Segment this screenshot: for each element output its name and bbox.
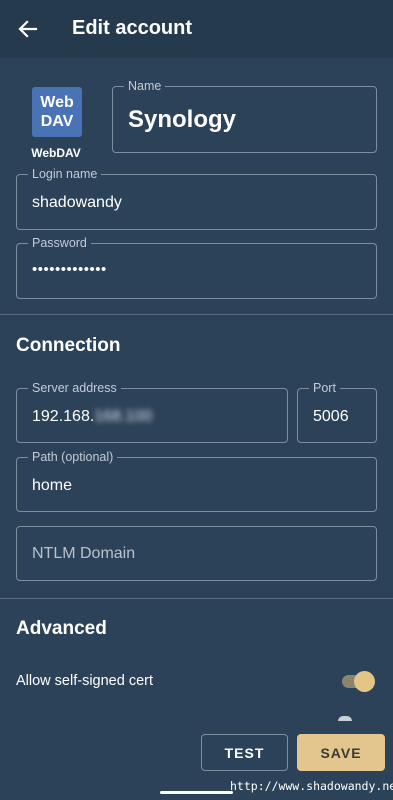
self-signed-cert-label: Allow self-signed cert — [16, 673, 153, 689]
path-value: home — [32, 477, 73, 494]
name-field-label: Name — [124, 78, 166, 94]
path-label: Path (optional) — [28, 449, 118, 465]
port-field[interactable]: Port 5006 — [297, 380, 377, 443]
server-address-field[interactable]: Server address 192.168.168.100 — [16, 380, 288, 443]
logo-text-line1: Web — [40, 94, 74, 111]
webdav-logo: Web DAV — [32, 87, 82, 137]
port-value: 5006 — [313, 408, 349, 425]
save-button[interactable]: SAVE — [297, 734, 385, 771]
arrow-left-icon — [18, 20, 38, 38]
section-divider — [0, 598, 393, 599]
login-name-value: shadowandy — [32, 194, 122, 211]
advanced-heading: Advanced — [16, 618, 107, 639]
server-address-value: 192.168.168.100 — [32, 408, 152, 426]
server-address-label: Server address — [28, 380, 121, 396]
port-label: Port — [309, 380, 340, 396]
password-field[interactable]: Password ••••••••••••• — [16, 235, 377, 299]
connection-heading: Connection — [16, 335, 121, 356]
name-field-value: Synology — [128, 106, 237, 133]
partially-hidden-toggle-thumb — [338, 716, 352, 721]
login-name-field[interactable]: Login name shadowandy — [16, 166, 377, 230]
logo-text-line2: DAV — [40, 113, 74, 130]
section-divider — [0, 314, 393, 315]
path-field[interactable]: Path (optional) home — [16, 449, 377, 512]
gesture-nav-bar — [160, 791, 233, 794]
password-value: ••••••••••••• — [32, 261, 107, 278]
name-field[interactable]: Name Synology — [112, 78, 377, 153]
server-address-visible: 192.168. — [32, 408, 95, 425]
password-label: Password — [28, 235, 91, 251]
provider-caption: WebDAV — [31, 146, 81, 160]
toggle-thumb — [354, 671, 375, 692]
ntlm-domain-field[interactable]: NTLM Domain — [16, 526, 377, 581]
app-bar: Edit account — [0, 0, 393, 58]
test-button[interactable]: TEST — [201, 734, 288, 771]
self-signed-cert-toggle[interactable] — [340, 670, 376, 692]
server-address-blurred: 168.100 — [94, 408, 153, 425]
page-title: Edit account — [72, 17, 193, 39]
watermark: http://www.shadowandy.net — [230, 779, 393, 793]
login-name-label: Login name — [28, 166, 102, 182]
back-button[interactable] — [14, 15, 42, 43]
ntlm-domain-placeholder: NTLM Domain — [32, 545, 136, 562]
